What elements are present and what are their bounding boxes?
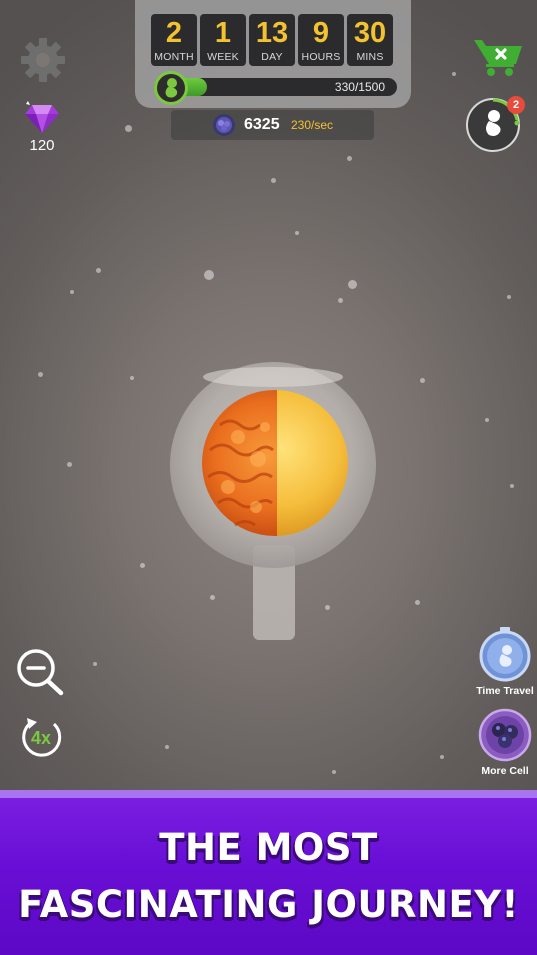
dust-particle xyxy=(507,295,511,299)
dust-particle xyxy=(271,178,276,183)
dust-particle xyxy=(140,563,145,568)
timer-hours-value: 9 xyxy=(312,17,330,49)
promo-banner: THE MOST FASCINATING JOURNEY! xyxy=(0,790,537,955)
timer-day: 13 DAY xyxy=(249,14,295,66)
zoom-out-icon xyxy=(17,649,64,696)
dust-particle xyxy=(125,125,132,132)
dust-particle xyxy=(93,662,97,666)
time-travel-label: Time Travel xyxy=(476,685,534,697)
growth-progress-bar: 330/1500 xyxy=(154,78,397,96)
dust-particle xyxy=(452,72,456,76)
dust-particle xyxy=(165,745,169,749)
dust-particle xyxy=(420,378,425,383)
shopping-cart-icon xyxy=(474,40,522,76)
dust-particle xyxy=(70,290,74,294)
gear-icon xyxy=(21,38,65,82)
timer-week-value: 1 xyxy=(214,17,232,49)
dust-particle xyxy=(338,298,343,303)
timer-month-value: 2 xyxy=(165,17,183,49)
dust-particle xyxy=(348,280,357,289)
timer-day-value: 13 xyxy=(255,17,289,49)
time-travel-button[interactable] xyxy=(478,626,532,682)
fetus-progress-badge xyxy=(154,71,188,105)
cell-count: 6325 xyxy=(244,116,280,133)
banner-headline-line1: THE MOST xyxy=(159,826,378,869)
dust-particle xyxy=(130,376,134,380)
dust-particle xyxy=(67,462,72,467)
dust-particle xyxy=(485,418,489,422)
timer-mins-value: 30 xyxy=(353,17,387,49)
zoom-out-button[interactable] xyxy=(15,648,67,698)
timer-week: 1 WEEK xyxy=(200,14,246,66)
progress-total: 1500 xyxy=(358,80,385,94)
cell-counter-panel: 6325 230/sec xyxy=(171,110,374,140)
more-cell-button[interactable] xyxy=(478,708,532,762)
settings-button[interactable] xyxy=(19,36,67,84)
fetus-icon xyxy=(165,78,178,98)
gem-count: 120 xyxy=(29,137,55,154)
speed-label: 4x xyxy=(30,727,52,748)
dust-particle xyxy=(204,270,214,280)
embryo-flask[interactable] xyxy=(160,355,390,655)
dust-particle xyxy=(347,156,352,161)
timer-mins-label: MINS xyxy=(356,51,384,63)
timer-month: 2 MONTH xyxy=(151,14,197,66)
timer-hours-label: HOURS xyxy=(301,51,341,63)
more-cell-label: More Cell xyxy=(481,765,529,777)
timer-mins: 30 MINS xyxy=(347,14,393,66)
progress-current: 330 xyxy=(334,80,355,94)
timer-hours: 9 HOURS xyxy=(298,14,344,66)
notification-count: 2 xyxy=(512,99,520,111)
game-scene: 120 2 MONTH 1 WEEK 13 DAY 9 HOURS 30 MIN… xyxy=(0,0,537,790)
dust-particle xyxy=(415,600,420,605)
banner-headline-line2: FASCINATING JOURNEY! xyxy=(18,883,519,926)
dust-particle xyxy=(295,231,299,235)
cell-cluster-icon xyxy=(213,114,235,136)
cell-rate: 230/sec xyxy=(291,118,334,132)
timer-month-label: MONTH xyxy=(154,51,194,63)
cell-cluster-icon xyxy=(478,708,532,762)
dust-particle xyxy=(510,484,514,488)
timer-day-label: DAY xyxy=(261,51,283,63)
dust-particle xyxy=(332,770,336,774)
stopwatch-fetus-icon xyxy=(479,627,531,682)
dust-particle xyxy=(38,372,43,377)
dust-particle xyxy=(440,755,444,759)
notification-badge: 2 xyxy=(507,96,525,114)
dust-particle xyxy=(96,268,101,273)
gem-currency-button[interactable] xyxy=(22,98,62,136)
shop-button[interactable] xyxy=(472,34,524,78)
speed-boost-button[interactable]: 4x xyxy=(18,715,64,761)
purple-gem-icon xyxy=(25,101,59,133)
growth-progress-text: 330/1500 xyxy=(335,79,385,95)
timer-week-label: WEEK xyxy=(207,51,239,63)
